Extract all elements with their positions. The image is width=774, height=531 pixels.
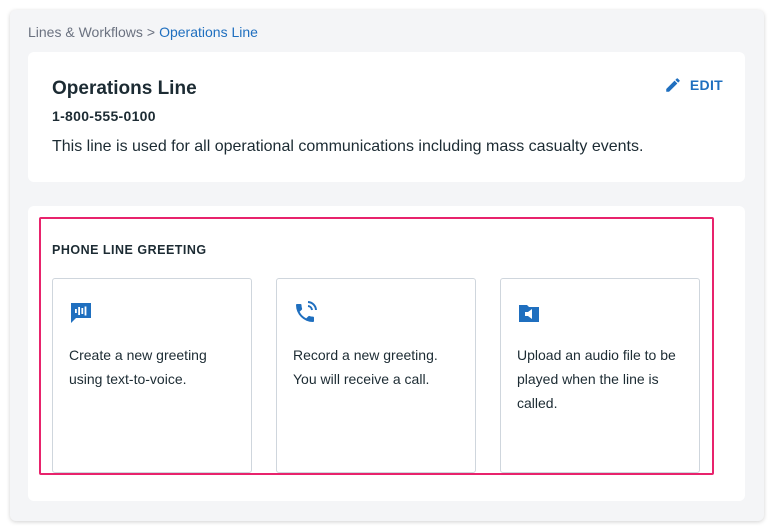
- line-info-card: Operations Line 1-800-555-0100 This line…: [28, 52, 745, 182]
- audio-file-icon: [519, 305, 539, 322]
- line-description: This line is used for all operational co…: [52, 138, 644, 155]
- phone-call-icon: [296, 301, 317, 322]
- option-text: Create a new greeting using text-to-voic…: [69, 347, 207, 387]
- text-to-voice-option[interactable]: Create a new greeting using text-to-voic…: [52, 278, 252, 473]
- breadcrumb-parent-link[interactable]: Lines & Workflows: [28, 24, 143, 40]
- pencil-icon: [666, 78, 680, 92]
- text-to-voice-icon: [71, 303, 91, 323]
- section-title: PHONE LINE GREETING: [52, 243, 207, 257]
- record-greeting-option[interactable]: Record a new greeting. You will receive …: [276, 278, 476, 473]
- line-title: Operations Line: [52, 78, 197, 99]
- breadcrumb-separator: >: [146, 24, 156, 40]
- upload-audio-option[interactable]: Upload an audio file to be played when t…: [500, 278, 700, 473]
- option-text: Record a new greeting. You will receive …: [293, 347, 438, 387]
- edit-label: EDIT: [689, 77, 723, 93]
- line-phone-number: 1-800-555-0100: [52, 108, 156, 124]
- breadcrumb-current[interactable]: Operations Line: [159, 24, 258, 40]
- edit-button[interactable]: EDIT: [664, 76, 723, 94]
- option-text: Upload an audio file to be played when t…: [517, 347, 676, 411]
- greeting-card: PHONE LINE GREETING Create a new greetin…: [28, 206, 745, 501]
- page-container: Lines & Workflows > Operations Line Oper…: [10, 10, 764, 521]
- breadcrumb: Lines & Workflows > Operations Line: [28, 24, 258, 40]
